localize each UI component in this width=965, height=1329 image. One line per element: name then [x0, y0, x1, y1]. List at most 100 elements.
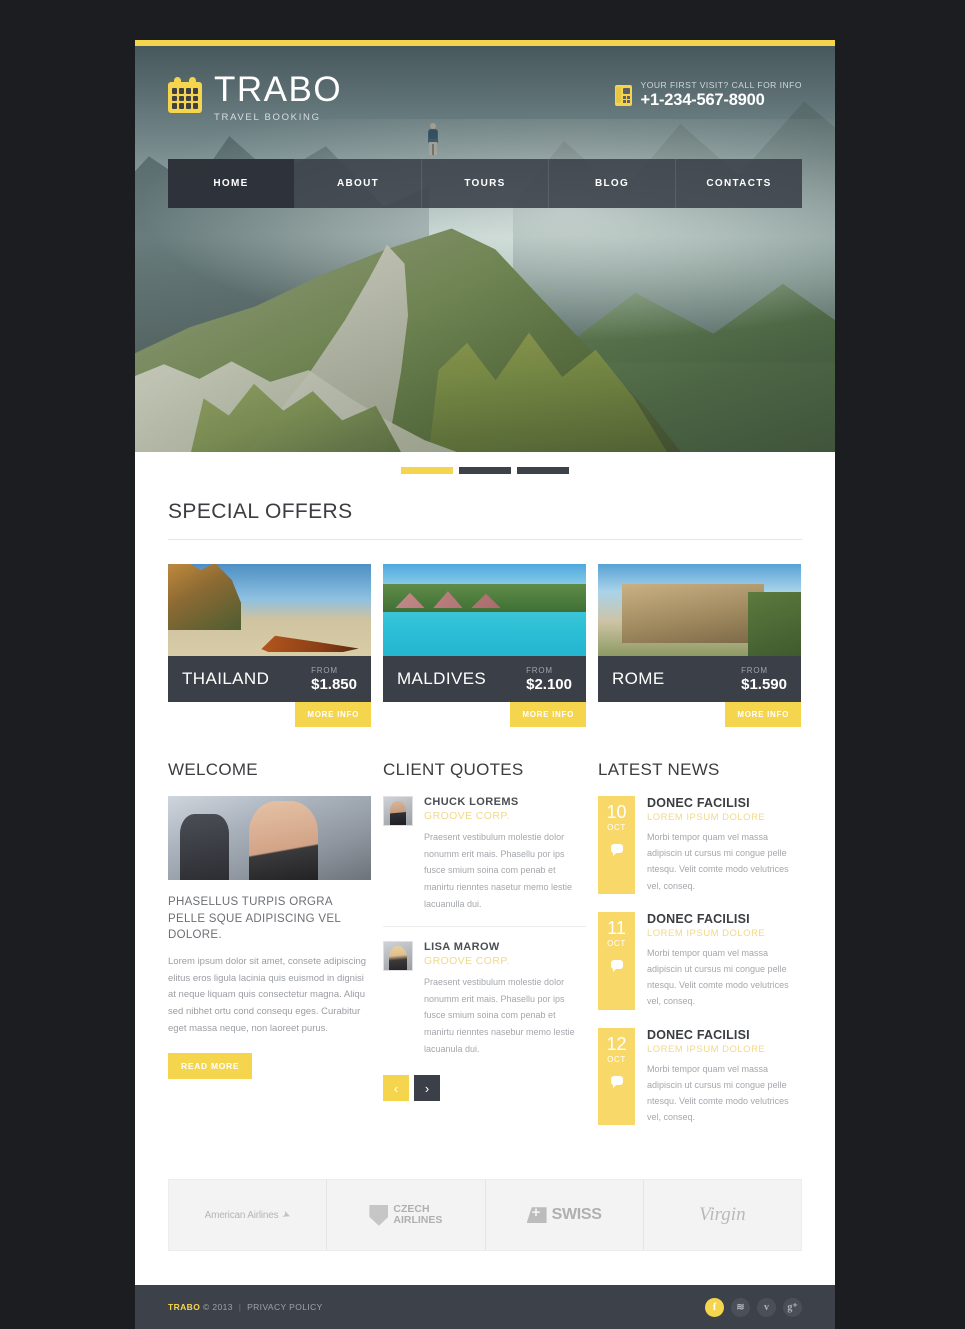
offer-card-thailand[interactable]: THAILAND FROM $1.850 MORE INFO: [168, 564, 371, 727]
content-columns: WELCOME PHASELLUS TURPIS ORGRA PELLE SQU…: [168, 760, 802, 1143]
nav-item-about[interactable]: ABOUT: [295, 159, 422, 208]
nav-item-tours[interactable]: TOURS: [422, 159, 549, 208]
site-container: TRABO TRAVEL BOOKING YOUR FIRST VISIT? C…: [135, 40, 835, 1329]
avatar: [383, 796, 413, 826]
nav-item-blog[interactable]: BLOG: [549, 159, 676, 208]
chevron-right-icon[interactable]: ›: [414, 1075, 440, 1102]
welcome-heading: PHASELLUS TURPIS ORGRA PELLE SQUE ADIPIS…: [168, 896, 341, 942]
site-footer: TRABO © 2013 | PRIVACY POLICY f ≋ ᴠ g⁺: [135, 1285, 835, 1329]
offer-image-thailand: [168, 564, 371, 656]
news-subtitle: LOREM IPSUM DOLORE: [647, 812, 766, 823]
news-title: DONEC FACILISI: [647, 1027, 750, 1042]
czech-airlines-logo: [369, 1204, 389, 1226]
main-content: SPECIAL OFFERS THAILAND FROM $1.850 MORE…: [135, 452, 835, 1286]
latest-news-column: LATEST NEWS 10 OCT DONEC FACILISI LOREM …: [598, 760, 801, 1143]
twitter-icon[interactable]: ᴠ: [757, 1297, 776, 1317]
news-month: OCT: [607, 938, 626, 948]
offer-card-maldives[interactable]: MALDIVES FROM $2.100 MORE INFO: [383, 564, 586, 727]
copyright-text: TRABO © 2013 | PRIVACY POLICY: [168, 1302, 323, 1312]
offer-image-maldives: [383, 564, 586, 656]
quote-text: Praesent vestibulum molestie dolor nonum…: [424, 977, 575, 1054]
slider-pagination[interactable]: [135, 452, 835, 489]
brand-logo[interactable]: TRABO TRAVEL BOOKING: [168, 72, 342, 123]
partner-virgin[interactable]: Virgin: [644, 1180, 801, 1250]
news-item[interactable]: 10 OCT DONEC FACILISI LOREM IPSUM DOLORE…: [598, 796, 801, 894]
comment-icon: [610, 1075, 623, 1088]
partner-american-airlines[interactable]: American Airlines ➤: [169, 1180, 328, 1251]
more-info-button-maldives[interactable]: MORE INFO: [510, 702, 586, 727]
news-text: Morbi tempor quam vel massa adipiscin ut…: [647, 1063, 789, 1123]
more-info-button-thailand[interactable]: MORE INFO: [295, 702, 371, 727]
privacy-policy-link[interactable]: PRIVACY POLICY: [247, 1302, 323, 1312]
brand-name: TRABO: [214, 70, 343, 109]
news-title: DONEC FACILISI: [647, 796, 750, 810]
main-navigation[interactable]: HOME ABOUT TOURS BLOG CONTACTS: [168, 159, 802, 208]
site-header: TRABO TRAVEL BOOKING YOUR FIRST VISIT? C…: [135, 46, 835, 123]
quote-text: Praesent vestibulum molestie dolor nonum…: [424, 832, 573, 909]
social-links: f ≋ ᴠ g⁺: [705, 1297, 802, 1317]
offer-name-rome: ROME: [612, 669, 665, 688]
contact-phone[interactable]: +1-234-567-8900: [641, 91, 802, 110]
quote-author-name: LISA MAROW: [424, 941, 500, 954]
google-plus-icon[interactable]: g⁺: [783, 1297, 802, 1317]
quotes-navigation[interactable]: ‹ ›: [383, 1075, 586, 1102]
quote-author-company: GROOVE CORP.: [424, 810, 510, 822]
offer-name-thailand: THAILAND: [182, 669, 270, 688]
nav-item-home[interactable]: HOME: [168, 159, 295, 208]
offers-list: THAILAND FROM $1.850 MORE INFO MALDIVES: [168, 564, 802, 727]
partner-swiss[interactable]: SWISS: [486, 1180, 644, 1251]
footer-copyright: © 2013: [203, 1302, 233, 1313]
comment-icon: [610, 844, 623, 856]
footer-brand: TRABO: [168, 1302, 201, 1313]
facebook-icon[interactable]: f: [705, 1297, 724, 1317]
welcome-body: Lorem ipsum dolor sit amet, consete adip…: [168, 956, 367, 1034]
client-quotes-title: CLIENT QUOTES: [383, 760, 524, 779]
news-subtitle: LOREM IPSUM DOLORE: [647, 927, 766, 939]
rss-icon[interactable]: ≋: [731, 1297, 750, 1317]
latest-news-title: LATEST NEWS: [598, 760, 720, 779]
american-airlines-logo: ➤: [280, 1208, 293, 1222]
chevron-left-icon[interactable]: ‹: [383, 1075, 409, 1102]
quote-author-company: GROOVE CORP.: [424, 955, 510, 968]
quote-item: LISA MAROW GROOVE CORP. Praesent vestibu…: [383, 926, 586, 1071]
partner-label-2: AIRLINES: [393, 1214, 443, 1227]
swiss-air-logo: [526, 1207, 547, 1224]
news-month: OCT: [607, 823, 626, 832]
offer-from-label: FROM: [311, 665, 338, 675]
partner-czech-airlines[interactable]: CZECH AIRLINES: [327, 1180, 486, 1251]
client-quotes-column: CLIENT QUOTES CHUCK LOREMS GROOVE CORP. …: [383, 760, 586, 1143]
special-offers-section: SPECIAL OFFERS THAILAND FROM $1.850 MORE…: [135, 489, 835, 1285]
date-badge: 10 OCT: [598, 796, 635, 894]
slider-dot-1[interactable]: [401, 467, 453, 474]
slider-dot-2[interactable]: [459, 467, 511, 474]
page-background: TRABO TRAVEL BOOKING YOUR FIRST VISIT? C…: [0, 0, 965, 1329]
news-text: Morbi tempor quam vel massa adipiscin ut…: [647, 832, 789, 891]
news-title: DONEC FACILISI: [647, 911, 750, 926]
section-divider: [168, 539, 802, 540]
footer-separator: |: [238, 1302, 242, 1313]
offer-card-rome[interactable]: ROME FROM $1.590 MORE INFO: [598, 564, 801, 727]
welcome-column: WELCOME PHASELLUS TURPIS ORGRA PELLE SQU…: [168, 760, 371, 1143]
date-badge: 12 OCT: [598, 1027, 635, 1126]
welcome-title: WELCOME: [168, 760, 258, 779]
offer-price-rome: $1.590: [741, 675, 787, 693]
offer-image-rome: [598, 564, 801, 656]
avatar: [383, 941, 413, 972]
more-info-button-rome[interactable]: MORE INFO: [725, 702, 801, 727]
contact-block[interactable]: YOUR FIRST VISIT? CALL FOR INFO +1-234-5…: [614, 72, 802, 110]
offer-price-maldives: $2.100: [526, 675, 572, 693]
read-more-button[interactable]: READ MORE: [168, 1053, 253, 1080]
news-day: 12: [606, 1033, 627, 1054]
news-day: 10: [606, 802, 627, 822]
hero-slider[interactable]: TRABO TRAVEL BOOKING YOUR FIRST VISIT? C…: [135, 46, 835, 452]
news-item[interactable]: 11 OCT DONEC FACILISI LOREM IPSUM DOLORE…: [598, 911, 801, 1010]
offer-from-label: FROM: [526, 665, 553, 675]
offer-price-thailand: $1.850: [311, 675, 357, 693]
offer-name-maldives: MALDIVES: [397, 669, 487, 688]
calendar-icon: [168, 77, 202, 113]
news-item[interactable]: 12 OCT DONEC FACILISI LOREM IPSUM DOLORE…: [598, 1027, 801, 1126]
news-day: 11: [607, 917, 626, 938]
nav-item-contacts[interactable]: CONTACTS: [676, 159, 802, 208]
calendar-grid: [172, 88, 198, 109]
slider-dot-3[interactable]: [517, 467, 569, 474]
